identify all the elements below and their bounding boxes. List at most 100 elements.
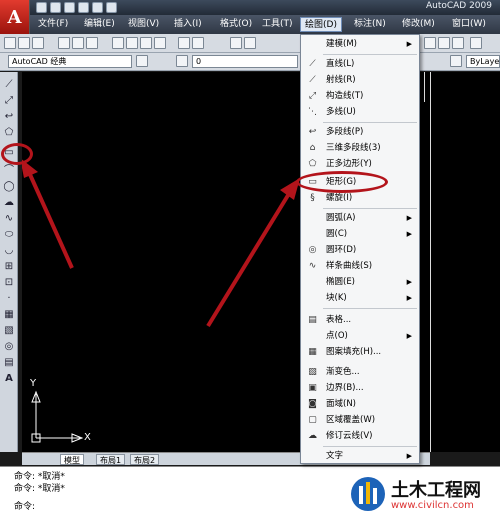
properties-icon[interactable] bbox=[424, 37, 436, 49]
menu-item-circle[interactable]: 圆(C) ▶ bbox=[302, 227, 418, 242]
annotation-circle-menu bbox=[296, 171, 388, 193]
ray-icon: ⟋ bbox=[309, 75, 316, 85]
menu-item-revcloud[interactable]: ☁ 修订云线(V) bbox=[302, 429, 418, 444]
menu-item-mline[interactable]: ⋱ 多线(U) bbox=[302, 105, 418, 120]
ellipse-tool-icon[interactable]: ⬭ bbox=[2, 228, 16, 242]
menu-window[interactable]: 窗口(W) bbox=[448, 17, 490, 32]
calculator-icon[interactable] bbox=[438, 37, 450, 49]
menu-item-spline[interactable]: ∿ 样条曲线(S) bbox=[302, 259, 418, 274]
menu-item-wipeout[interactable]: ▢ 区域覆盖(W) bbox=[302, 413, 418, 428]
table-tool-icon[interactable]: ▤ bbox=[2, 356, 16, 370]
paste-icon[interactable] bbox=[140, 37, 152, 49]
menu-item-modeling[interactable]: 建模(M) ▶ bbox=[302, 37, 418, 52]
menu-insert[interactable]: 插入(I) bbox=[170, 17, 206, 32]
layer-manager-icon[interactable] bbox=[176, 55, 188, 67]
ellipse-arc-tool-icon[interactable]: ◡ bbox=[2, 244, 16, 258]
revcloud-tool-icon[interactable]: ☁ bbox=[2, 196, 16, 210]
insert-block-tool-icon[interactable]: ⊞ bbox=[2, 260, 16, 274]
layer-select[interactable]: 0 bbox=[192, 55, 298, 68]
publish-icon[interactable] bbox=[86, 37, 98, 49]
point-tool-icon[interactable]: · bbox=[2, 292, 16, 306]
workspace-select[interactable]: AutoCAD 经典 bbox=[8, 55, 132, 68]
menu-item-line[interactable]: ⟋ 直线(L) bbox=[302, 57, 418, 72]
command-prompt[interactable]: 命令: bbox=[14, 499, 35, 512]
tab-layout1[interactable]: 布局1 bbox=[96, 454, 126, 465]
donut-icon: ◎ bbox=[308, 245, 317, 255]
menu-item-hatch[interactable]: ▦ 图案填充(H)... bbox=[302, 345, 418, 360]
draw-toolbar: ⟋ ⤢ ↩ ⬠ ▭ ⌒ ◯ ☁ ∿ ⬭ ◡ ⊞ ⊡ · ▦ ▧ ◎ ▤ A bbox=[0, 72, 18, 452]
new-icon[interactable] bbox=[4, 37, 16, 49]
plot-preview-icon[interactable] bbox=[72, 37, 84, 49]
cut-icon[interactable] bbox=[112, 37, 124, 49]
new-file-icon[interactable] bbox=[36, 2, 47, 13]
menu-item-table[interactable]: ▤ 表格... bbox=[302, 313, 418, 328]
arc-tool-icon[interactable]: ⌒ bbox=[2, 164, 16, 178]
redo-icon[interactable] bbox=[106, 2, 117, 13]
menu-item-text[interactable]: 文字 ▶ bbox=[302, 449, 418, 464]
menu-view[interactable]: 视图(V) bbox=[124, 17, 163, 32]
menu-item-3dpoly[interactable]: ⌂ 三维多段线(3) bbox=[302, 141, 418, 156]
pan-icon[interactable] bbox=[230, 37, 242, 49]
polygon-tool-icon[interactable]: ⬠ bbox=[2, 126, 16, 140]
xline-tool-icon[interactable]: ⤢ bbox=[2, 94, 16, 108]
menu-file[interactable]: 文件(F) bbox=[34, 17, 72, 32]
menu-edit[interactable]: 编辑(E) bbox=[80, 17, 119, 32]
line-tool-icon[interactable]: ⟋ bbox=[2, 78, 16, 92]
menu-item-ray[interactable]: ⟋ 射线(R) bbox=[302, 73, 418, 88]
annotation-circle-toolbar bbox=[1, 143, 33, 165]
workspace-settings-icon[interactable] bbox=[136, 55, 148, 67]
make-block-tool-icon[interactable]: ⊡ bbox=[2, 276, 16, 290]
linetype-select[interactable]: ByLayer bbox=[466, 55, 500, 68]
menu-item-boundary[interactable]: ▣ 边界(B)... bbox=[302, 381, 418, 396]
menu-item-region[interactable]: ◙ 面域(N) bbox=[302, 397, 418, 412]
undo-icon[interactable] bbox=[178, 37, 190, 49]
copy-icon[interactable] bbox=[126, 37, 138, 49]
menu-format[interactable]: 格式(O) bbox=[216, 17, 256, 32]
tab-model[interactable]: 模型 bbox=[60, 454, 84, 465]
save-icon[interactable] bbox=[64, 2, 75, 13]
watermark: 土木工程网 www.civilcn.com bbox=[345, 470, 500, 530]
menu-draw[interactable]: 绘图(D) bbox=[300, 17, 342, 32]
autocad-logo-icon[interactable]: A bbox=[0, 0, 30, 34]
region-tool-icon[interactable]: ◎ bbox=[2, 340, 16, 354]
pline-icon: ↩ bbox=[308, 127, 317, 137]
menu-item-donut[interactable]: ◎ 圆环(D) bbox=[302, 243, 418, 258]
watermark-text: 土木工程网 bbox=[391, 480, 481, 501]
mtext-tool-icon[interactable]: A bbox=[2, 372, 16, 386]
print-icon[interactable] bbox=[78, 2, 89, 13]
workspace-settings-icon[interactable] bbox=[470, 37, 482, 49]
gradient-tool-icon[interactable]: ▧ bbox=[2, 324, 16, 338]
menu-item-block[interactable]: 块(K) ▶ bbox=[302, 291, 418, 306]
menu-item-helix[interactable]: § 螺旋(I) bbox=[302, 191, 418, 206]
save-icon[interactable] bbox=[32, 37, 44, 49]
menu-item-gradient[interactable]: ▧ 渐变色... bbox=[302, 365, 418, 380]
menu-item-point[interactable]: 点(O) ▶ bbox=[302, 329, 418, 344]
spline-tool-icon[interactable]: ∿ bbox=[2, 212, 16, 226]
ucs-y-label: Y bbox=[30, 378, 37, 389]
pline-tool-icon[interactable]: ↩ bbox=[2, 110, 16, 124]
menu-tools[interactable]: 工具(T) bbox=[258, 17, 297, 32]
menu-dimension[interactable]: 标注(N) bbox=[350, 17, 390, 32]
help-icon[interactable] bbox=[452, 37, 464, 49]
menu-modify[interactable]: 修改(M) bbox=[398, 17, 439, 32]
menu-item-arc[interactable]: 圆弧(A) ▶ bbox=[302, 211, 418, 226]
menu-item-ellipse[interactable]: 椭圆(E) ▶ bbox=[302, 275, 418, 290]
menu-item-polygon[interactable]: ⬠ 正多边形(Y) bbox=[302, 157, 418, 172]
circle-tool-icon[interactable]: ◯ bbox=[2, 180, 16, 194]
open-file-icon[interactable] bbox=[50, 2, 61, 13]
color-swatch-icon[interactable] bbox=[450, 55, 462, 67]
redo-icon[interactable] bbox=[192, 37, 204, 49]
menu-item-pline[interactable]: ↩ 多段线(P) bbox=[302, 125, 418, 140]
draw-menu-dropdown: 建模(M) ▶ ⟋ 直线(L) ⟋ 射线(R) ⤢ 构造线(T) ⋱ 多线(U) ↩ 多段线… bbox=[300, 34, 420, 464]
table-icon: ▤ bbox=[308, 315, 317, 325]
menu-bar: 文件(F) 编辑(E) 视图(V) 插入(I) 格式(O) 工具(T) 绘图(D… bbox=[30, 15, 500, 34]
undo-icon[interactable] bbox=[92, 2, 103, 13]
hatch-tool-icon[interactable]: ▦ bbox=[2, 308, 16, 322]
command-history-line: 命令: *取消* bbox=[14, 484, 65, 494]
menu-item-xline[interactable]: ⤢ 构造线(T) bbox=[302, 89, 418, 104]
zoom-icon[interactable] bbox=[244, 37, 256, 49]
open-icon[interactable] bbox=[18, 37, 30, 49]
plot-icon[interactable] bbox=[58, 37, 70, 49]
match-properties-icon[interactable] bbox=[154, 37, 166, 49]
tab-layout2[interactable]: 布局2 bbox=[130, 454, 160, 465]
